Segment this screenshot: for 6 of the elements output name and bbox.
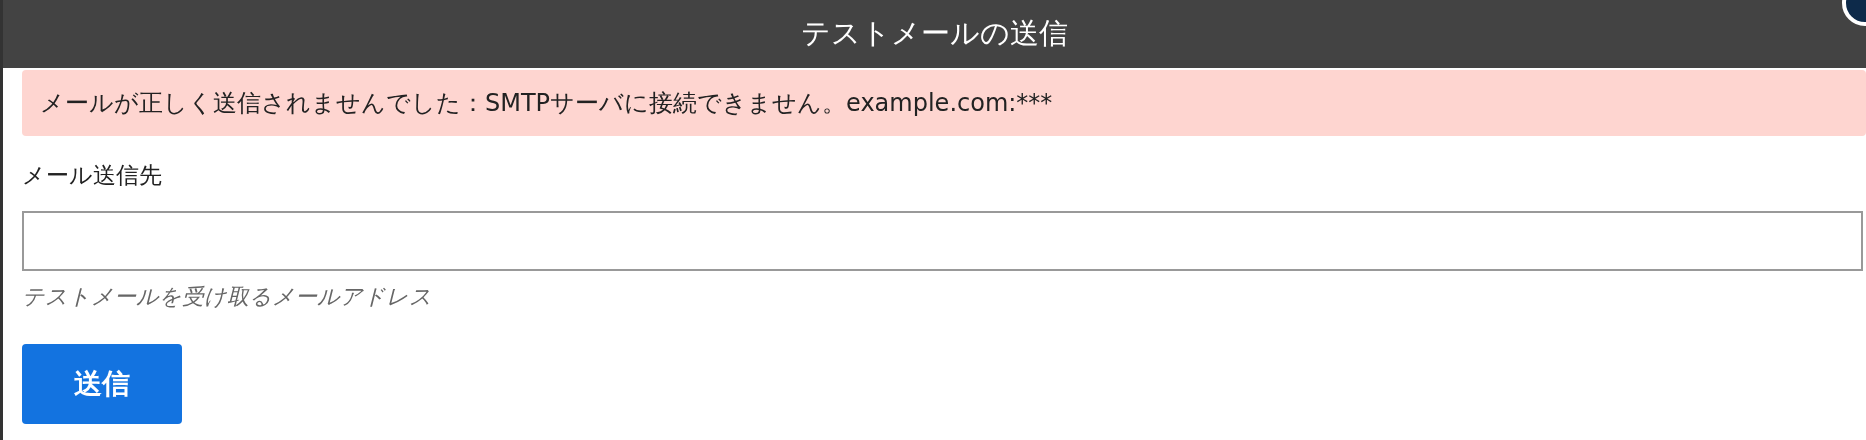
field-help-text: テストメールを受け取るメールアドレス	[22, 283, 433, 311]
send-button[interactable]: 送信	[22, 344, 182, 424]
dialog-title: テストメールの送信	[801, 15, 1068, 52]
error-message: メールが正しく送信されませんでした：SMTPサーバに接続できません。example.com:***	[40, 88, 1053, 119]
field-label: メール送信先	[22, 161, 163, 190]
email-input[interactable]	[22, 211, 1863, 271]
